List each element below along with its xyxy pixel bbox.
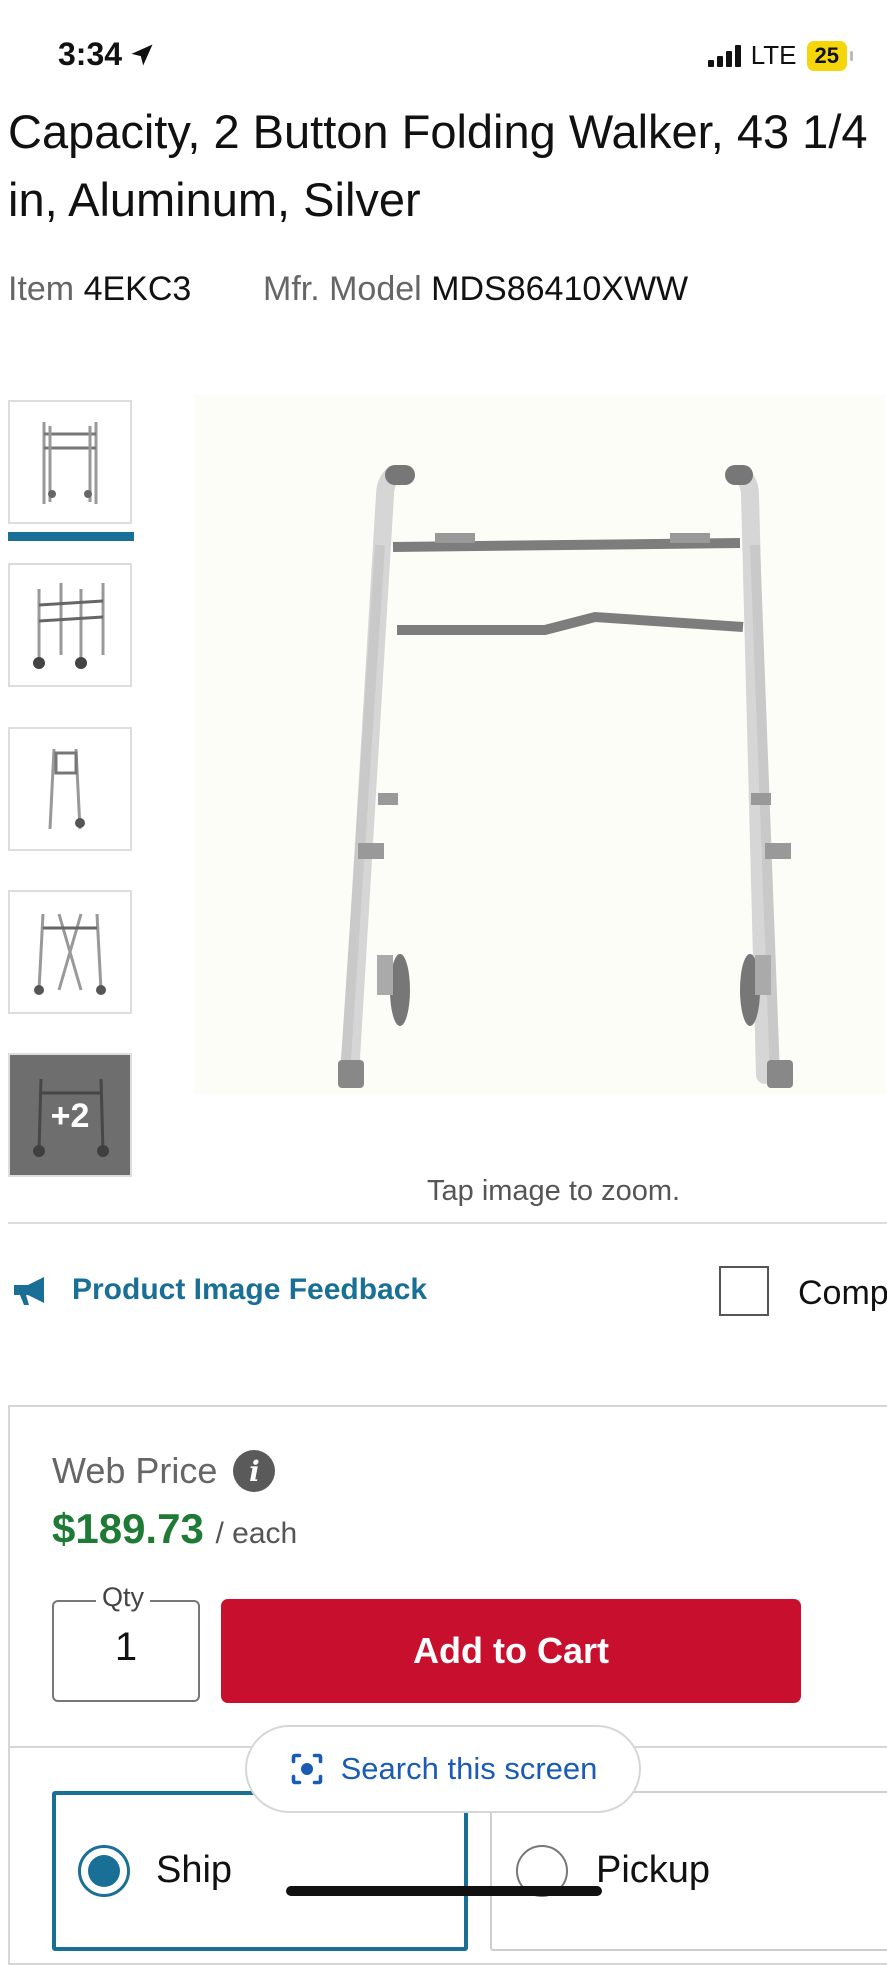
- ship-label: Ship: [156, 1849, 233, 1891]
- status-indicators: LTE 25: [707, 40, 854, 71]
- quantity-label: Qty: [96, 1582, 151, 1613]
- product-image-feedback-link[interactable]: Product Image Feedback: [10, 1273, 427, 1307]
- price: $189.73 / each: [52, 1505, 297, 1553]
- thumbnail-active-indicator: [8, 532, 134, 541]
- pickup-option[interactable]: Pickup: [490, 1791, 887, 1951]
- status-time-text: 3:34: [58, 36, 123, 72]
- search-this-screen-label: Search this screen: [340, 1751, 598, 1786]
- home-indicator[interactable]: [286, 1886, 602, 1896]
- search-this-screen-button[interactable]: Search this screen: [245, 1725, 641, 1813]
- compare-label: Comp: [798, 1274, 887, 1312]
- item-number-value: 4EKC3: [83, 270, 192, 308]
- battery-icon: 25: [806, 40, 854, 71]
- quantity-value[interactable]: 1: [52, 1625, 200, 1670]
- info-icon[interactable]: i: [233, 1450, 276, 1492]
- thumbnail-more-label: +2: [50, 1097, 90, 1135]
- thumbnail-2[interactable]: [8, 563, 132, 687]
- feedback-label: Product Image Feedback: [72, 1273, 428, 1306]
- model-label: Mfr. Model: [263, 270, 422, 308]
- product-title: Capacity, 2 Button Folding Walker, 43 1/…: [8, 105, 868, 226]
- walker-front-thumbnail: [42, 422, 98, 504]
- pickup-label: Pickup: [596, 1849, 711, 1891]
- walker-main-image: [195, 395, 885, 1095]
- web-price-row: Web Price i: [52, 1450, 276, 1492]
- ship-radio[interactable]: [78, 1845, 130, 1897]
- product-main-image[interactable]: [195, 395, 885, 1095]
- item-label: Item: [8, 270, 75, 308]
- thumbnail-1[interactable]: [8, 400, 132, 524]
- thumbnail-4[interactable]: [8, 890, 132, 1014]
- divider: [8, 1222, 887, 1224]
- megaphone-icon: [14, 1277, 44, 1305]
- compare-checkbox[interactable]: [719, 1266, 769, 1316]
- lens-icon: [291, 1753, 322, 1785]
- network-label: LTE: [750, 40, 797, 70]
- item-number: Item 4EKC3: [8, 270, 191, 309]
- price-value: $189.73: [52, 1505, 204, 1552]
- location-arrow-icon: [131, 44, 153, 65]
- status-time: 3:34: [58, 36, 156, 73]
- add-to-cart-button[interactable]: Add to Cart: [221, 1599, 801, 1703]
- signal-icon: [707, 44, 741, 67]
- thumbnail-3[interactable]: [8, 727, 132, 851]
- walker-folded-thumbnail: [34, 913, 106, 995]
- thumbnail-more[interactable]: +2: [8, 1053, 132, 1177]
- walker-side-thumbnail: [48, 748, 85, 830]
- web-price-label: Web Price: [52, 1450, 218, 1491]
- walker-angle-thumbnail: [33, 583, 105, 669]
- model-number: Mfr. Model MDS86410XWW: [263, 270, 688, 309]
- model-number-value: MDS86410XWW: [431, 270, 689, 308]
- price-unit: / each: [215, 1517, 298, 1550]
- zoom-hint: Tap image to zoom.: [427, 1175, 681, 1207]
- ship-option[interactable]: Ship: [52, 1791, 468, 1951]
